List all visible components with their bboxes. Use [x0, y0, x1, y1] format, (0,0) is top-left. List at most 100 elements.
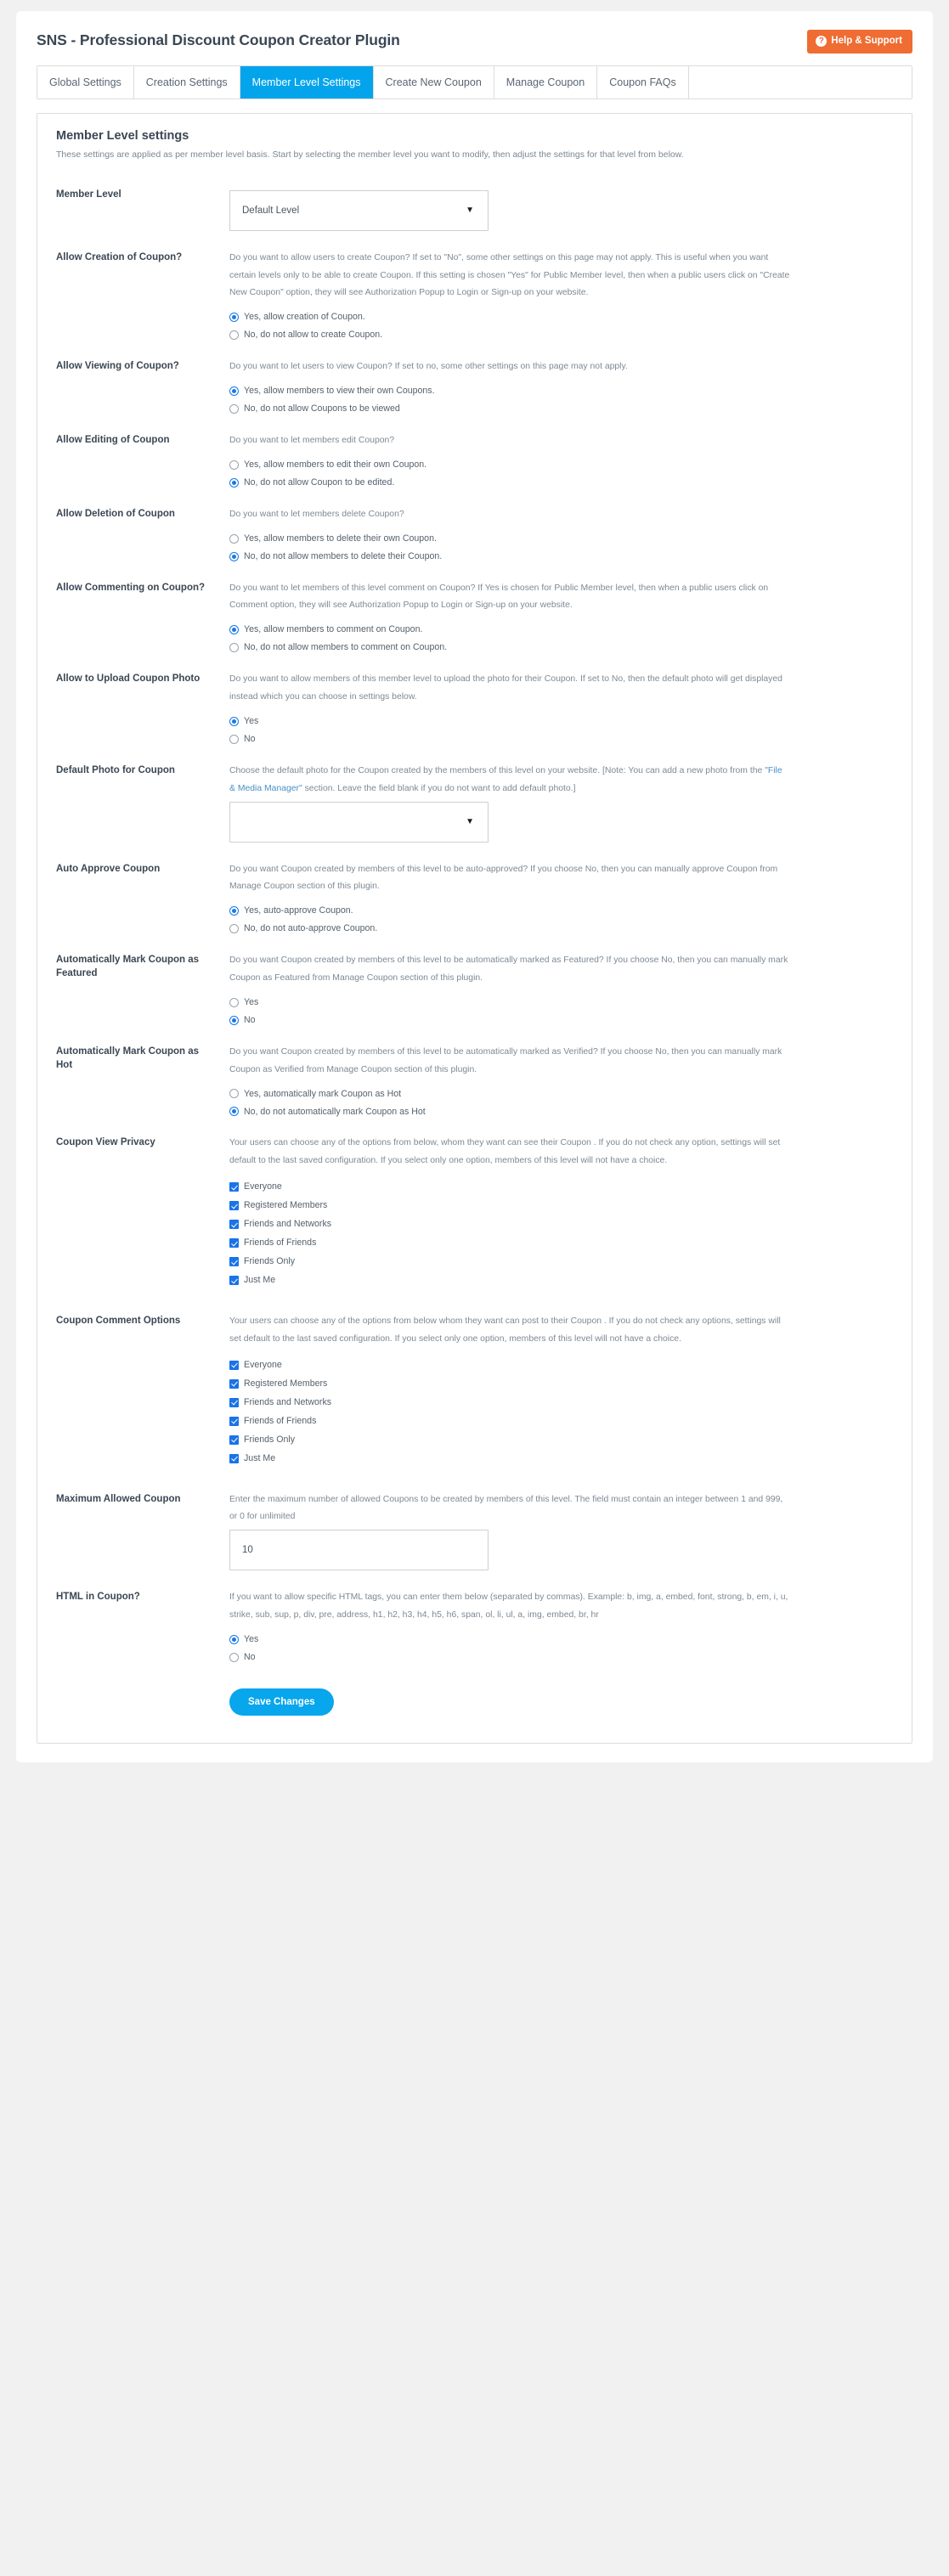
tab-coupon-faqs[interactable]: Coupon FAQs — [597, 66, 689, 99]
field-label-auto-approve: Auto Approve Coupon — [56, 863, 161, 874]
field-body-max-allowed-coupon: Enter the maximum number of allowed Coup… — [226, 1491, 893, 1571]
field-desc-comment-options: Your users can choose any of the options… — [229, 1316, 781, 1344]
checkbox-option-comment-friends-of-friends[interactable]: Friends of Friends — [229, 1416, 893, 1426]
radio-group-allow-commenting: Yes, allow members to comment on Coupon.… — [229, 625, 893, 653]
radio-icon — [229, 1634, 239, 1644]
page-wrapper: SNS - Professional Discount Coupon Creat… — [0, 0, 949, 1788]
radio-label: No — [244, 734, 256, 745]
radio-option-allow-viewing-no[interactable]: No, do not allow Coupons to be viewed — [229, 404, 893, 414]
field-label-html-in-coupon: HTML in Coupon? — [56, 1592, 140, 1603]
header: SNS - Professional Discount Coupon Creat… — [37, 26, 912, 54]
field-desc-allow-commenting: Do you want to let members of this level… — [229, 583, 769, 611]
radio-option-allow-commenting-yes[interactable]: Yes, allow members to comment on Coupon. — [229, 625, 893, 635]
radio-option-allow-deletion-no[interactable]: No, do not allow members to delete their… — [229, 551, 893, 561]
field-html-in-coupon: HTML in Coupon? If you want to allow spe… — [56, 1578, 893, 1670]
help-support-button[interactable]: ? Help & Support — [807, 30, 912, 54]
checkbox-option-comment-friends-only[interactable]: Friends Only — [229, 1435, 893, 1445]
checkbox-option-comment-everyone[interactable]: Everyone — [229, 1359, 893, 1370]
field-mark-featured: Automatically Mark Coupon as Featured Do… — [56, 941, 893, 1033]
checkbox-option-view-friends-only[interactable]: Friends Only — [229, 1257, 893, 1266]
radio-option-allow-editing-no[interactable]: No, do not allow Coupon to be edited. — [229, 477, 893, 488]
checkbox-group-view-privacy: Everyone Registered Members Friends and … — [229, 1182, 893, 1285]
radio-icon — [229, 313, 239, 323]
radio-icon — [229, 1652, 239, 1662]
radio-option-upload-photo-no[interactable]: No — [229, 734, 893, 745]
checkbox-option-view-registered-members[interactable]: Registered Members — [229, 1201, 893, 1210]
save-changes-button[interactable]: Save Changes — [229, 1688, 334, 1716]
member-level-select[interactable]: Default Level ▼ — [229, 189, 489, 231]
field-body-auto-approve: Do you want Coupon created by members of… — [226, 861, 893, 934]
field-label-allow-editing: Allow Editing of Coupon — [56, 435, 170, 445]
radio-option-allow-viewing-yes[interactable]: Yes, allow members to view their own Cou… — [229, 386, 893, 396]
tab-global-settings[interactable]: Global Settings — [37, 66, 134, 99]
checkbox-option-view-friends-of-friends[interactable]: Friends of Friends — [229, 1238, 893, 1248]
checkbox-label: Friends Only — [244, 1256, 296, 1267]
checkbox-label: Registered Members — [244, 1378, 328, 1389]
field-desc-mark-featured: Do you want Coupon created by members of… — [229, 955, 788, 983]
checkbox-option-view-friends-and-networks[interactable]: Friends and Networks — [229, 1220, 893, 1229]
radio-option-allow-commenting-no[interactable]: No, do not allow members to comment on C… — [229, 642, 893, 653]
field-body-allow-creation: Do you want to allow users to create Cou… — [226, 250, 893, 341]
checkbox-icon — [229, 1257, 239, 1266]
radio-label: Yes, auto-approve Coupon. — [244, 905, 353, 916]
checkbox-option-comment-just-me[interactable]: Just Me — [229, 1453, 893, 1463]
save-row: Save Changes — [56, 1670, 893, 1721]
tab-create-new-coupon[interactable]: Create New Coupon — [373, 66, 494, 99]
field-allow-deletion: Allow Deletion of Coupon Do you want to … — [56, 495, 893, 569]
field-label-member-level: Member Level — [56, 189, 121, 200]
radio-icon — [229, 477, 239, 488]
radio-option-auto-approve-no[interactable]: No, do not auto-approve Coupon. — [229, 924, 893, 934]
radio-option-allow-creation-no[interactable]: No, do not allow to create Coupon. — [229, 330, 893, 341]
radio-group-auto-approve: Yes, auto-approve Coupon. No, do not aut… — [229, 906, 893, 934]
checkbox-option-comment-friends-and-networks[interactable]: Friends and Networks — [229, 1397, 893, 1407]
field-label-default-photo: Default Photo for Coupon — [56, 764, 175, 775]
field-label-allow-commenting: Allow Commenting on Coupon? — [56, 582, 206, 593]
radio-option-upload-photo-yes[interactable]: Yes — [229, 716, 893, 726]
radio-icon — [229, 551, 239, 561]
field-body-allow-deletion: Do you want to let members delete Coupon… — [226, 506, 893, 561]
page-title: SNS - Professional Discount Coupon Creat… — [37, 31, 400, 48]
field-allow-editing: Allow Editing of Coupon Do you want to l… — [56, 421, 893, 495]
radio-label: Yes, automatically mark Coupon as Hot — [244, 1088, 402, 1099]
checkbox-option-view-everyone[interactable]: Everyone — [229, 1182, 893, 1192]
default-photo-select[interactable]: ▼ — [229, 801, 489, 843]
radio-option-allow-creation-yes[interactable]: Yes, allow creation of Coupon. — [229, 313, 893, 323]
radio-group-allow-creation: Yes, allow creation of Coupon. No, do no… — [229, 313, 893, 341]
checkbox-label: Friends and Networks — [244, 1219, 332, 1230]
panel-title: Member Level settings — [56, 129, 189, 143]
radio-option-mark-hot-no[interactable]: No, do not automatically mark Coupon as … — [229, 1106, 893, 1117]
radio-label: No, do not allow Coupon to be edited. — [244, 477, 395, 488]
radio-option-mark-hot-yes[interactable]: Yes, automatically mark Coupon as Hot — [229, 1088, 893, 1099]
radio-icon — [229, 906, 239, 916]
question-circle-icon: ? — [816, 36, 828, 47]
field-body-allow-viewing: Do you want to let users to view Coupon?… — [226, 358, 893, 414]
radio-label: No, do not automatically mark Coupon as … — [244, 1106, 426, 1117]
radio-label: Yes — [244, 1634, 259, 1645]
radio-option-mark-featured-no[interactable]: No — [229, 1015, 893, 1025]
tab-manage-coupon[interactable]: Manage Coupon — [494, 66, 598, 99]
radio-option-html-no[interactable]: No — [229, 1652, 893, 1662]
radio-label: No, do not allow members to comment on C… — [244, 642, 448, 653]
checkbox-option-comment-registered-members[interactable]: Registered Members — [229, 1378, 893, 1389]
max-allowed-coupon-input[interactable] — [229, 1530, 489, 1571]
radio-option-allow-deletion-yes[interactable]: Yes, allow members to delete their own C… — [229, 533, 893, 544]
radio-option-allow-editing-yes[interactable]: Yes, allow members to edit their own Cou… — [229, 459, 893, 471]
checkbox-label: Everyone — [244, 1359, 282, 1370]
field-desc-allow-upload-photo: Do you want to allow members of this mem… — [229, 674, 782, 702]
field-label-allow-viewing: Allow Viewing of Coupon? — [56, 361, 179, 372]
radio-option-auto-approve-yes[interactable]: Yes, auto-approve Coupon. — [229, 906, 893, 916]
radio-option-mark-featured-yes[interactable]: Yes — [229, 997, 893, 1007]
chevron-down-icon: ▼ — [466, 817, 474, 826]
tab-creation-settings[interactable]: Creation Settings — [133, 66, 240, 99]
tab-member-level-settings[interactable]: Member Level Settings — [240, 66, 374, 99]
radio-label: Yes, allow members to edit their own Cou… — [244, 459, 427, 471]
checkbox-option-view-just-me[interactable]: Just Me — [229, 1276, 893, 1285]
field-label-mark-hot: Automatically Mark Coupon as Hot — [56, 1046, 200, 1071]
radio-option-html-yes[interactable]: Yes — [229, 1634, 893, 1645]
field-desc-allow-viewing: Do you want to let users to view Coupon?… — [229, 362, 628, 372]
radio-icon — [229, 997, 239, 1007]
radio-label: No, do not allow to create Coupon. — [244, 330, 383, 341]
field-label-view-privacy: Coupon View Privacy — [56, 1137, 155, 1148]
radio-icon — [229, 533, 239, 544]
radio-group-allow-upload-photo: Yes No — [229, 716, 893, 745]
